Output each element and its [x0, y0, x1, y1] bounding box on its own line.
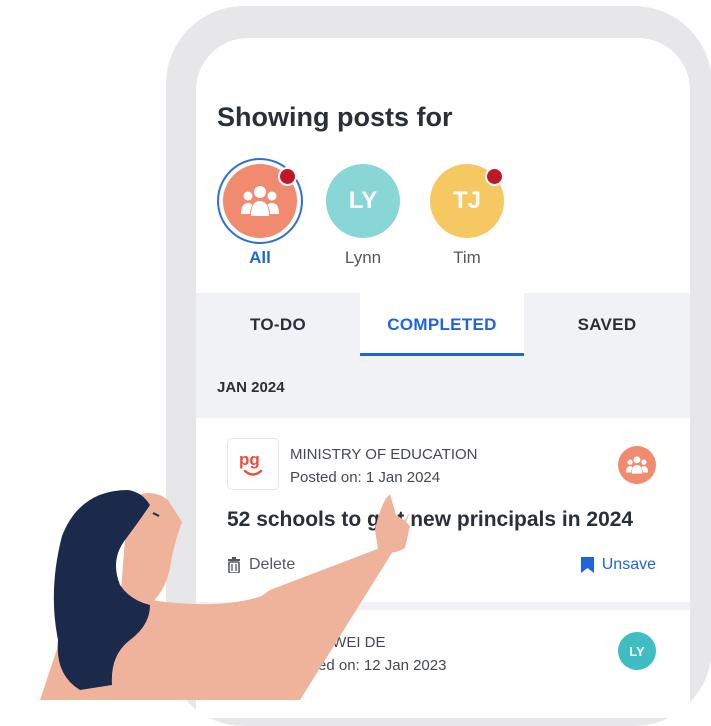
woman-pointing-illustration: [40, 490, 410, 700]
ear-shape: [125, 565, 145, 585]
hand-shape: [375, 494, 410, 553]
